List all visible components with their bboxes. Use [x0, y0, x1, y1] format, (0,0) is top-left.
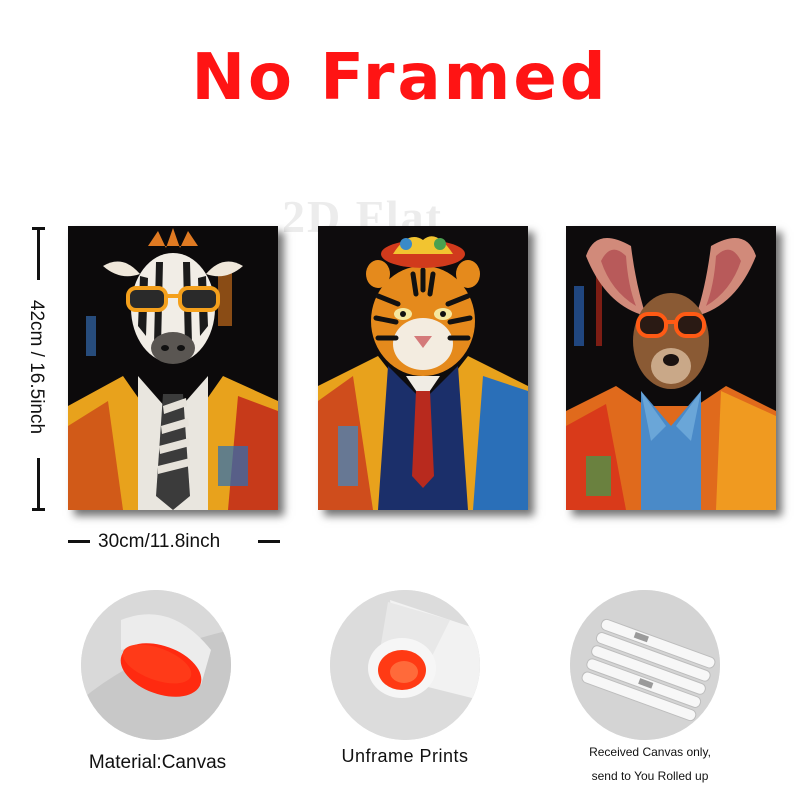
unframed-roll-photo — [330, 590, 480, 740]
kangaroo-poster — [566, 226, 776, 510]
headline: No Framed — [191, 41, 609, 115]
rolled-caption-line2: send to You Rolled up — [591, 769, 709, 783]
width-dimension-label: 30cm/11.8inch — [98, 531, 221, 552]
zebra-poster — [68, 226, 278, 510]
rolled-caption-line1: Received Canvas only, — [589, 745, 711, 759]
rolled-delivery-caption: Received Canvas only, send to You Rolled… — [560, 740, 740, 788]
height-dimension-tick-bottom — [32, 508, 45, 511]
width-dimension-line-right — [258, 540, 280, 543]
unframe-caption: Unframe Prints — [341, 746, 469, 766]
height-dimension-label: 42cm / 16.5inch — [26, 299, 47, 435]
height-dimension-line-bottom — [37, 458, 40, 510]
rolled-delivery-photo — [570, 590, 720, 740]
material-caption: Material:Canvas — [88, 752, 227, 773]
width-dimension-line-left — [68, 540, 90, 543]
canvas-material-photo — [81, 590, 231, 740]
tiger-poster — [318, 226, 528, 510]
height-dimension-tick-top — [32, 227, 45, 230]
